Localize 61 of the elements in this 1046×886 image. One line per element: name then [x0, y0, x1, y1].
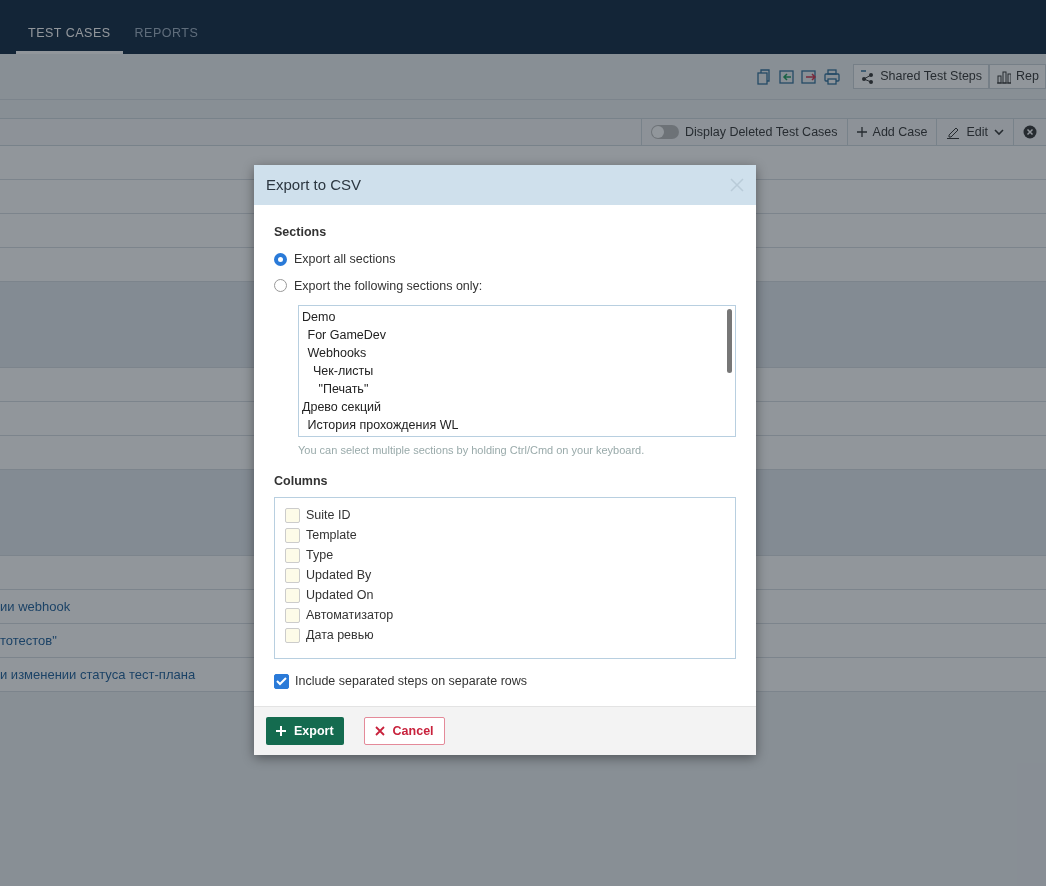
toolbar-button[interactable] — [756, 68, 773, 85]
checkbox[interactable] — [285, 608, 300, 623]
bar-chart-icon — [996, 69, 1012, 84]
test-case-link[interactable]: и изменении статуса тест-плана — [0, 664, 196, 685]
radio-button[interactable] — [274, 279, 287, 293]
test-case-link[interactable]: ии webhook — [0, 596, 71, 617]
checkbox-label: Suite ID — [306, 507, 351, 525]
checkbox-label: Template — [306, 527, 357, 545]
checkbox[interactable] — [285, 508, 300, 523]
toolbar-button[interactable]: Shared Test Steps — [853, 64, 990, 89]
plus-icon — [856, 127, 867, 137]
test-case-link[interactable]: тотестов" — [0, 630, 57, 651]
sections-list[interactable]: Demo For GameDev Webhooks Чек-листы "Печать" Древо секций История прохождения WL — [298, 305, 736, 438]
dialog-title: Export to CSV — [266, 176, 362, 194]
checkbox[interactable] — [285, 588, 300, 603]
checkbox-label: Include separated steps on separate rows — [295, 673, 528, 691]
section-option[interactable]: Чек-листы — [302, 362, 721, 381]
radio-label: Export all sections — [294, 250, 396, 268]
help-text: You can select multiple sections by holding Ctrl/Cmd on your keyboard. — [298, 443, 646, 459]
checkbox[interactable] — [285, 628, 300, 643]
checkbox[interactable] — [285, 528, 300, 543]
checkbox-label: Updated On — [306, 587, 374, 605]
export-button[interactable]: Export — [266, 716, 344, 746]
section-option[interactable]: "Печать" — [302, 380, 721, 399]
toolbar-button[interactable]: Edit — [936, 119, 1013, 145]
toolbar-button[interactable]: Add Case — [846, 119, 937, 145]
share-icon — [860, 69, 876, 84]
toolbar-button[interactable]: Rep — [989, 64, 1046, 89]
checkbox-label: Updated By — [306, 567, 372, 585]
export-icon — [801, 68, 818, 85]
toolbar-button[interactable] — [823, 68, 840, 85]
radio-label: Export the following sections only: — [294, 277, 483, 295]
close-icon — [374, 725, 385, 736]
chevron-down-icon — [994, 128, 1004, 136]
close-icon — [1023, 125, 1037, 139]
checkbox[interactable] — [285, 548, 300, 563]
nav-tab[interactable]: REPORTS — [122, 24, 211, 54]
section-option[interactable]: Древо секций — [302, 398, 721, 417]
nav-tab[interactable]: TEST CASES — [16, 24, 123, 54]
section-heading: Sections — [274, 224, 328, 241]
import-icon — [778, 68, 795, 85]
section-option[interactable]: История прохождения WL — [302, 416, 721, 435]
section-option[interactable]: Demo — [302, 308, 721, 327]
section-option[interactable]: Webhooks — [302, 344, 721, 363]
deleted-cases-toggle[interactable]: Display Deleted Test Cases — [640, 119, 847, 145]
checkbox-label: Автоматизатор — [306, 607, 394, 625]
checkbox[interactable] — [285, 568, 300, 583]
checkbox-label: Type — [306, 547, 334, 565]
checkbox[interactable] — [274, 674, 289, 689]
section-option[interactable]: For GameDev — [302, 326, 721, 345]
checkbox-label: Дата ревью — [306, 627, 374, 645]
plus-icon — [276, 725, 286, 736]
toolbar-button[interactable] — [801, 68, 818, 85]
copy-icon — [756, 68, 773, 85]
print-icon — [823, 68, 840, 85]
toolbar-button[interactable] — [778, 68, 795, 85]
section-heading: Columns — [274, 472, 329, 490]
pencil-icon — [946, 125, 961, 139]
radio-button[interactable] — [274, 252, 287, 266]
cancel-button[interactable]: Cancel — [363, 716, 445, 746]
scrollbar-thumb[interactable] — [727, 309, 732, 374]
